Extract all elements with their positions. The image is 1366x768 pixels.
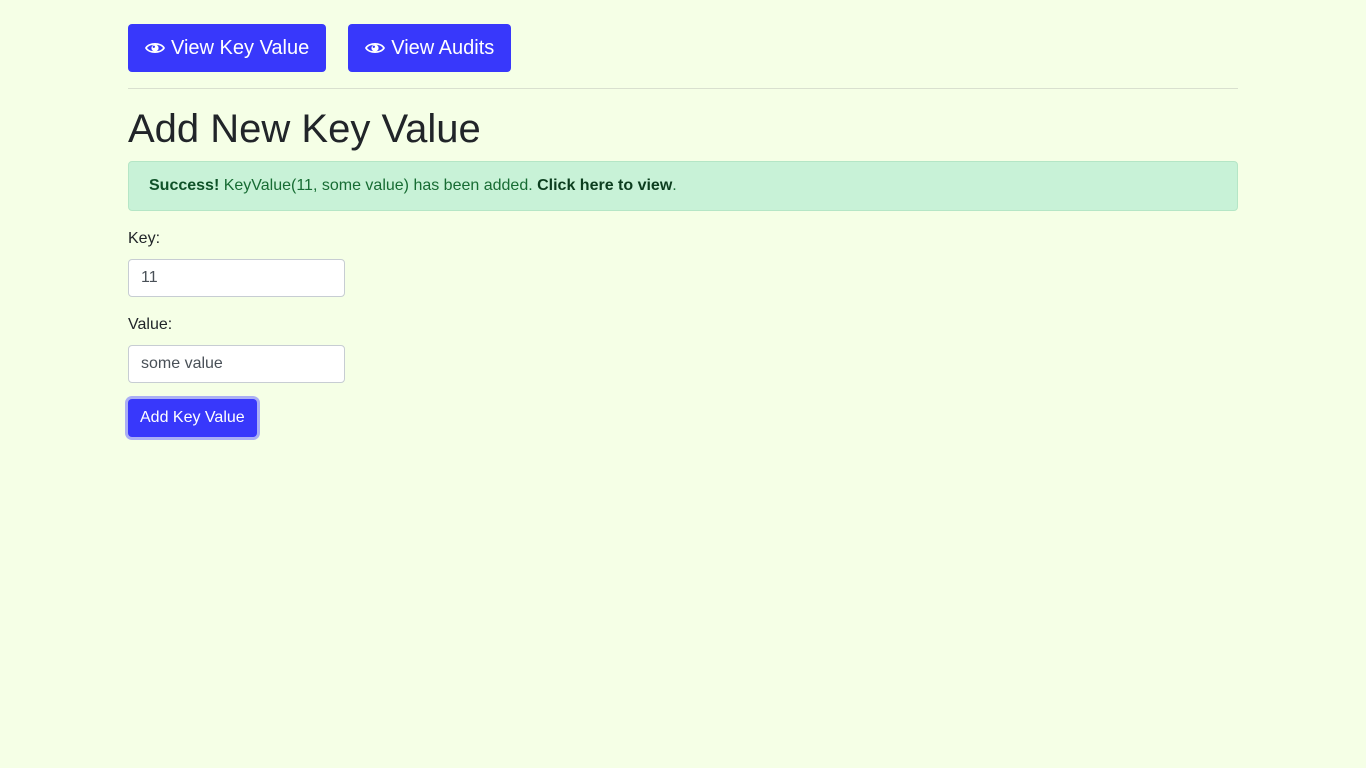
alert-suffix: . — [672, 177, 677, 194]
alert-message: KeyValue(11, some value) has been added. — [219, 177, 538, 194]
alert-prefix: Success! — [149, 177, 220, 194]
divider — [128, 88, 1238, 89]
key-input[interactable] — [128, 259, 345, 297]
add-key-value-button[interactable]: Add Key Value — [128, 399, 257, 437]
eye-icon — [365, 41, 386, 55]
view-key-value-button[interactable]: View Key Value — [128, 24, 327, 72]
key-label: Key: — [128, 230, 161, 247]
success-alert: Success! KeyValue(11, some value) has be… — [128, 161, 1238, 211]
view-key-value-label: View Key Value — [171, 36, 310, 59]
eye-icon — [145, 41, 165, 55]
page-title: Add New Key Value — [128, 107, 481, 151]
alert-view-link[interactable]: Click here to view — [537, 177, 672, 194]
view-audits-label: View Audits — [391, 36, 495, 59]
value-label: Value: — [128, 316, 173, 333]
value-input[interactable] — [128, 345, 345, 383]
nav-buttons: View Key Value View Audits — [128, 24, 512, 72]
view-audits-button[interactable]: View Audits — [348, 24, 512, 72]
